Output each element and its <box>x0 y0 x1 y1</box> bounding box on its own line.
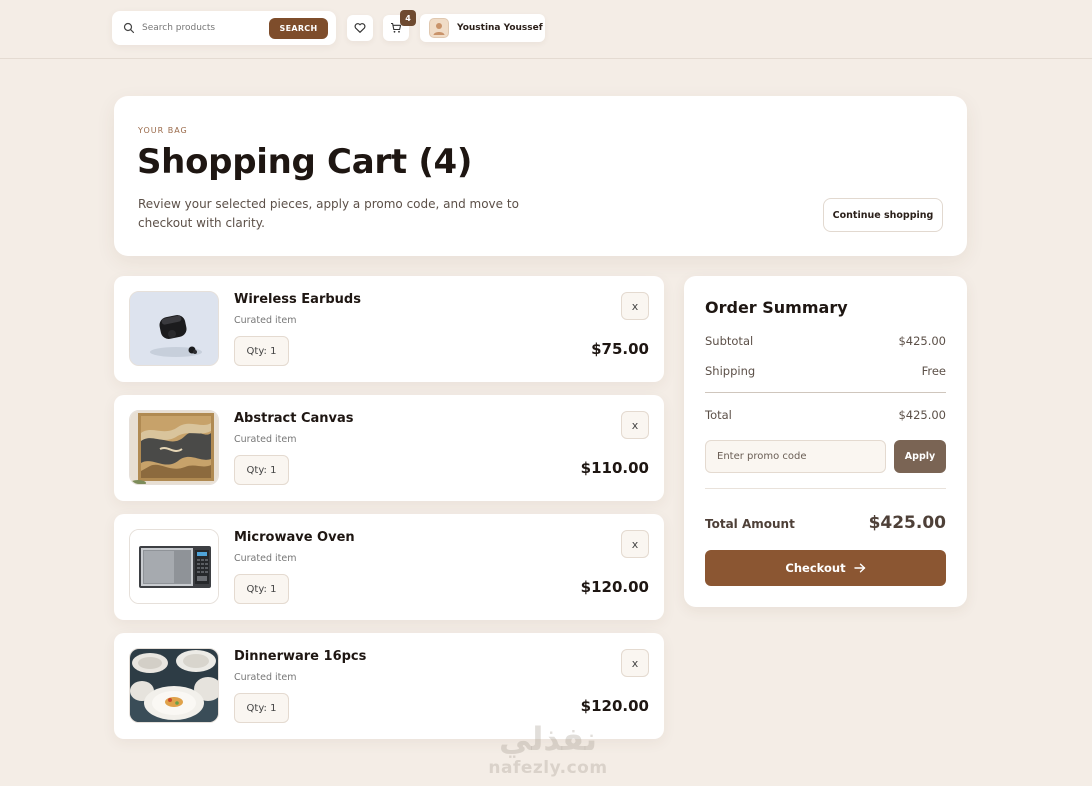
user-name: Youstina Youssef <box>457 23 543 33</box>
total-row: Total $425.00 <box>705 408 946 422</box>
subtotal-value: $425.00 <box>898 334 946 348</box>
product-price: $120.00 <box>580 578 649 596</box>
search-icon <box>123 22 135 34</box>
total-value: $425.00 <box>898 408 946 422</box>
total-amount-label: Total Amount <box>705 517 795 531</box>
quantity-field[interactable]: Qty: 1 <box>234 693 289 723</box>
top-bar: SEARCH 4 Youstina Youssef <box>0 0 1092 59</box>
cart-item: Wireless Earbuds Curated item Qty: 1 x $… <box>114 276 664 382</box>
product-subtitle: Curated item <box>234 315 297 326</box>
summary-title: Order Summary <box>705 298 848 317</box>
search-button[interactable]: SEARCH <box>269 18 328 39</box>
product-name: Abstract Canvas <box>234 411 354 426</box>
apply-promo-button[interactable]: Apply <box>894 440 946 473</box>
promo-code-input[interactable] <box>705 440 886 473</box>
page-description: Review your selected pieces, apply a pro… <box>138 197 519 230</box>
cart-count-badge: 4 <box>400 10 416 26</box>
subtotal-label: Subtotal <box>705 334 754 348</box>
cart-item: Microwave Oven Curated item Qty: 1 x $12… <box>114 514 664 620</box>
remove-item-button[interactable]: x <box>621 292 649 320</box>
product-image <box>129 529 219 604</box>
product-subtitle: Curated item <box>234 672 297 683</box>
shipping-row: Shipping Free <box>705 364 946 378</box>
page-title: Shopping Cart (4) <box>137 142 473 182</box>
cart-header-card: YOUR BAG Shopping Cart (4) Review your s… <box>114 96 967 256</box>
shipping-value: Free <box>921 364 946 378</box>
subtotal-row: Subtotal $425.00 <box>705 334 946 348</box>
watermark-arabic: نفذلي <box>499 720 597 758</box>
remove-item-button[interactable]: x <box>621 649 649 677</box>
remove-item-button[interactable]: x <box>621 411 649 439</box>
watermark-latin: nafezly.com <box>488 758 608 778</box>
cart-item: Abstract Canvas Curated item Qty: 1 x $1… <box>114 395 664 501</box>
total-label: Total <box>705 408 732 422</box>
total-amount-value: $425.00 <box>868 513 946 533</box>
heart-icon <box>354 23 366 33</box>
checkout-button[interactable]: Checkout <box>705 550 946 586</box>
quantity-field[interactable]: Qty: 1 <box>234 574 289 604</box>
quantity-field[interactable]: Qty: 1 <box>234 336 289 366</box>
user-avatar-icon <box>429 18 449 38</box>
product-price: $75.00 <box>591 340 649 358</box>
remove-item-button[interactable]: x <box>621 530 649 558</box>
summary-divider <box>705 392 946 393</box>
search-box: SEARCH <box>112 11 336 45</box>
order-summary: Order Summary Subtotal $425.00 Shipping … <box>684 276 967 607</box>
summary-divider <box>705 488 946 489</box>
product-image <box>129 291 219 366</box>
product-name: Microwave Oven <box>234 530 355 545</box>
product-image <box>129 648 219 723</box>
eyebrow-label: YOUR BAG <box>138 126 188 135</box>
watermark: نفذلي nafezly.com <box>478 720 618 784</box>
product-image <box>129 410 219 485</box>
quantity-field[interactable]: Qty: 1 <box>234 455 289 485</box>
product-price: $120.00 <box>580 697 649 715</box>
search-input[interactable] <box>142 20 270 36</box>
continue-shopping-button[interactable]: Continue shopping <box>823 198 943 232</box>
wishlist-button[interactable] <box>347 15 373 41</box>
product-price: $110.00 <box>580 459 649 477</box>
user-menu[interactable]: Youstina Youssef <box>420 14 545 42</box>
product-name: Dinnerware 16pcs <box>234 649 367 664</box>
checkout-label: Checkout <box>785 561 846 575</box>
arrow-right-icon <box>853 563 865 573</box>
product-name: Wireless Earbuds <box>234 292 361 307</box>
product-subtitle: Curated item <box>234 553 297 564</box>
product-subtitle: Curated item <box>234 434 297 445</box>
shipping-label: Shipping <box>705 364 756 378</box>
